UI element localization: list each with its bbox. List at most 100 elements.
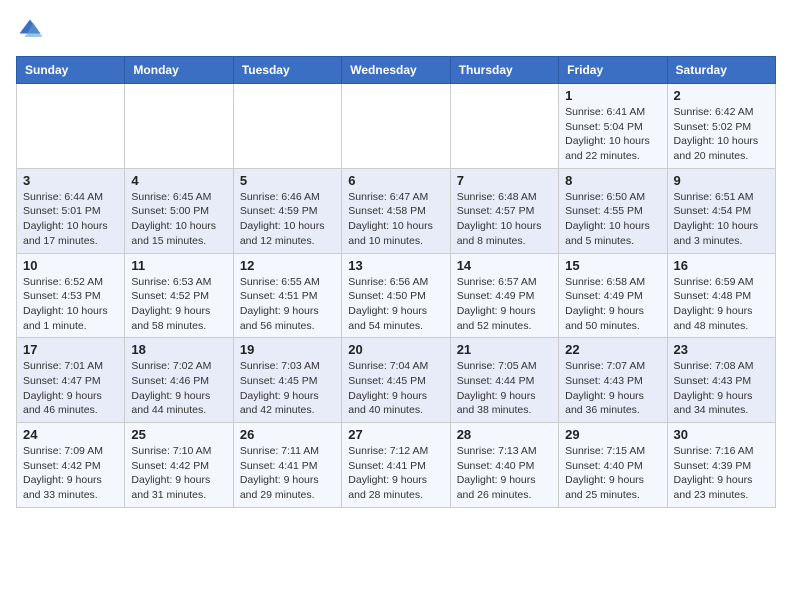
calendar-cell: 30 Sunrise: 7:16 AM Sunset: 4:39 PM Dayli… <box>667 423 775 508</box>
day-info: Sunrise: 7:10 AM Sunset: 4:42 PM Dayligh… <box>131 444 226 503</box>
day-info: Sunrise: 7:07 AM Sunset: 4:43 PM Dayligh… <box>565 359 660 418</box>
calendar-cell: 12Sunrise: 6:55 AM Sunset: 4:51 PM Dayli… <box>233 253 341 338</box>
calendar-cell: 17 Sunrise: 7:01 AM Sunset: 4:47 PM Dayli… <box>17 338 125 423</box>
calendar-week-2: 3 Sunrise: 6:44 AM Sunset: 5:01 PM Daylig… <box>17 168 776 253</box>
day-info: Sunrise: 6:42 AM Sunset: 5:02 PM Dayligh… <box>674 105 769 164</box>
calendar-week-3: 10 Sunrise: 6:52 AM Sunset: 4:53 PM Dayli… <box>17 253 776 338</box>
day-number: 18 <box>131 342 226 357</box>
day-info: Sunrise: 6:47 AM Sunset: 4:58 PM Dayligh… <box>348 190 443 249</box>
calendar-cell: 2 Sunrise: 6:42 AM Sunset: 5:02 PM Daylig… <box>667 84 775 169</box>
page-header <box>16 16 776 44</box>
calendar-cell: 1 Sunrise: 6:41 AM Sunset: 5:04 PM Daylig… <box>559 84 667 169</box>
weekday-header-friday: Friday <box>559 57 667 84</box>
calendar-cell <box>125 84 233 169</box>
weekday-header-sunday: Sunday <box>17 57 125 84</box>
weekday-header-saturday: Saturday <box>667 57 775 84</box>
day-info: Sunrise: 7:08 AM Sunset: 4:43 PM Dayligh… <box>674 359 769 418</box>
day-info: Sunrise: 6:44 AM Sunset: 5:01 PM Dayligh… <box>23 190 118 249</box>
day-number: 28 <box>457 427 552 442</box>
calendar-cell: 27 Sunrise: 7:12 AM Sunset: 4:41 PM Dayli… <box>342 423 450 508</box>
day-info: Sunrise: 7:01 AM Sunset: 4:47 PM Dayligh… <box>23 359 118 418</box>
calendar-cell: 28 Sunrise: 7:13 AM Sunset: 4:40 PM Dayli… <box>450 423 558 508</box>
day-number: 5 <box>240 173 335 188</box>
calendar-cell: 4 Sunrise: 6:45 AM Sunset: 5:00 PM Daylig… <box>125 168 233 253</box>
day-info: Sunrise: 7:15 AM Sunset: 4:40 PM Dayligh… <box>565 444 660 503</box>
calendar-week-4: 17 Sunrise: 7:01 AM Sunset: 4:47 PM Dayli… <box>17 338 776 423</box>
calendar-body: 1 Sunrise: 6:41 AM Sunset: 5:04 PM Daylig… <box>17 84 776 508</box>
calendar-header: SundayMondayTuesdayWednesdayThursdayFrid… <box>17 57 776 84</box>
day-info: Sunrise: 7:04 AM Sunset: 4:45 PM Dayligh… <box>348 359 443 418</box>
calendar-cell: 25 Sunrise: 7:10 AM Sunset: 4:42 PM Dayli… <box>125 423 233 508</box>
calendar-cell: 26 Sunrise: 7:11 AM Sunset: 4:41 PM Dayli… <box>233 423 341 508</box>
calendar-cell: 5 Sunrise: 6:46 AM Sunset: 4:59 PM Daylig… <box>233 168 341 253</box>
day-number: 16 <box>674 258 769 273</box>
calendar-cell: 13 Sunrise: 6:56 AM Sunset: 4:50 PM Dayli… <box>342 253 450 338</box>
calendar-cell: 9Sunrise: 6:51 AM Sunset: 4:54 PM Daylig… <box>667 168 775 253</box>
calendar-cell <box>233 84 341 169</box>
day-info: Sunrise: 6:50 AM Sunset: 4:55 PM Dayligh… <box>565 190 660 249</box>
calendar-cell: 3 Sunrise: 6:44 AM Sunset: 5:01 PM Daylig… <box>17 168 125 253</box>
calendar-cell: 7 Sunrise: 6:48 AM Sunset: 4:57 PM Daylig… <box>450 168 558 253</box>
day-info: Sunrise: 6:58 AM Sunset: 4:49 PM Dayligh… <box>565 275 660 334</box>
day-number: 10 <box>23 258 118 273</box>
day-number: 29 <box>565 427 660 442</box>
day-info: Sunrise: 6:59 AM Sunset: 4:48 PM Dayligh… <box>674 275 769 334</box>
day-info: Sunrise: 7:09 AM Sunset: 4:42 PM Dayligh… <box>23 444 118 503</box>
day-number: 30 <box>674 427 769 442</box>
day-number: 26 <box>240 427 335 442</box>
day-number: 14 <box>457 258 552 273</box>
day-info: Sunrise: 6:48 AM Sunset: 4:57 PM Dayligh… <box>457 190 552 249</box>
day-info: Sunrise: 7:13 AM Sunset: 4:40 PM Dayligh… <box>457 444 552 503</box>
day-number: 8 <box>565 173 660 188</box>
day-info: Sunrise: 6:52 AM Sunset: 4:53 PM Dayligh… <box>23 275 118 334</box>
calendar-cell: 6Sunrise: 6:47 AM Sunset: 4:58 PM Daylig… <box>342 168 450 253</box>
calendar-table: SundayMondayTuesdayWednesdayThursdayFrid… <box>16 56 776 508</box>
logo <box>16 16 48 44</box>
logo-icon <box>16 16 44 44</box>
weekday-header-wednesday: Wednesday <box>342 57 450 84</box>
calendar-cell: 19 Sunrise: 7:03 AM Sunset: 4:45 PM Dayli… <box>233 338 341 423</box>
calendar-cell: 20Sunrise: 7:04 AM Sunset: 4:45 PM Dayli… <box>342 338 450 423</box>
calendar-cell: 15Sunrise: 6:58 AM Sunset: 4:49 PM Dayli… <box>559 253 667 338</box>
day-info: Sunrise: 7:03 AM Sunset: 4:45 PM Dayligh… <box>240 359 335 418</box>
day-info: Sunrise: 6:45 AM Sunset: 5:00 PM Dayligh… <box>131 190 226 249</box>
day-info: Sunrise: 6:46 AM Sunset: 4:59 PM Dayligh… <box>240 190 335 249</box>
day-number: 7 <box>457 173 552 188</box>
day-number: 11 <box>131 258 226 273</box>
day-number: 25 <box>131 427 226 442</box>
day-info: Sunrise: 7:05 AM Sunset: 4:44 PM Dayligh… <box>457 359 552 418</box>
calendar-cell: 18 Sunrise: 7:02 AM Sunset: 4:46 PM Dayli… <box>125 338 233 423</box>
day-number: 23 <box>674 342 769 357</box>
day-info: Sunrise: 7:16 AM Sunset: 4:39 PM Dayligh… <box>674 444 769 503</box>
calendar-cell <box>450 84 558 169</box>
calendar-cell: 22Sunrise: 7:07 AM Sunset: 4:43 PM Dayli… <box>559 338 667 423</box>
day-number: 4 <box>131 173 226 188</box>
day-info: Sunrise: 6:53 AM Sunset: 4:52 PM Dayligh… <box>131 275 226 334</box>
day-number: 27 <box>348 427 443 442</box>
day-number: 19 <box>240 342 335 357</box>
day-number: 2 <box>674 88 769 103</box>
day-number: 13 <box>348 258 443 273</box>
calendar-header-row: SundayMondayTuesdayWednesdayThursdayFrid… <box>17 57 776 84</box>
day-number: 17 <box>23 342 118 357</box>
calendar-cell: 11 Sunrise: 6:53 AM Sunset: 4:52 PM Dayli… <box>125 253 233 338</box>
day-info: Sunrise: 7:12 AM Sunset: 4:41 PM Dayligh… <box>348 444 443 503</box>
calendar-cell: 14 Sunrise: 6:57 AM Sunset: 4:49 PM Dayli… <box>450 253 558 338</box>
day-number: 3 <box>23 173 118 188</box>
day-info: Sunrise: 6:41 AM Sunset: 5:04 PM Dayligh… <box>565 105 660 164</box>
calendar-cell: 29 Sunrise: 7:15 AM Sunset: 4:40 PM Dayli… <box>559 423 667 508</box>
day-info: Sunrise: 6:56 AM Sunset: 4:50 PM Dayligh… <box>348 275 443 334</box>
calendar-cell: 24Sunrise: 7:09 AM Sunset: 4:42 PM Dayli… <box>17 423 125 508</box>
calendar-cell: 21Sunrise: 7:05 AM Sunset: 4:44 PM Dayli… <box>450 338 558 423</box>
day-info: Sunrise: 7:11 AM Sunset: 4:41 PM Dayligh… <box>240 444 335 503</box>
day-number: 9 <box>674 173 769 188</box>
day-info: Sunrise: 6:57 AM Sunset: 4:49 PM Dayligh… <box>457 275 552 334</box>
calendar-cell: 16 Sunrise: 6:59 AM Sunset: 4:48 PM Dayli… <box>667 253 775 338</box>
calendar-week-1: 1 Sunrise: 6:41 AM Sunset: 5:04 PM Daylig… <box>17 84 776 169</box>
calendar-cell: 8 Sunrise: 6:50 AM Sunset: 4:55 PM Daylig… <box>559 168 667 253</box>
day-number: 1 <box>565 88 660 103</box>
day-info: Sunrise: 6:55 AM Sunset: 4:51 PM Dayligh… <box>240 275 335 334</box>
day-info: Sunrise: 7:02 AM Sunset: 4:46 PM Dayligh… <box>131 359 226 418</box>
calendar-cell <box>17 84 125 169</box>
weekday-header-thursday: Thursday <box>450 57 558 84</box>
